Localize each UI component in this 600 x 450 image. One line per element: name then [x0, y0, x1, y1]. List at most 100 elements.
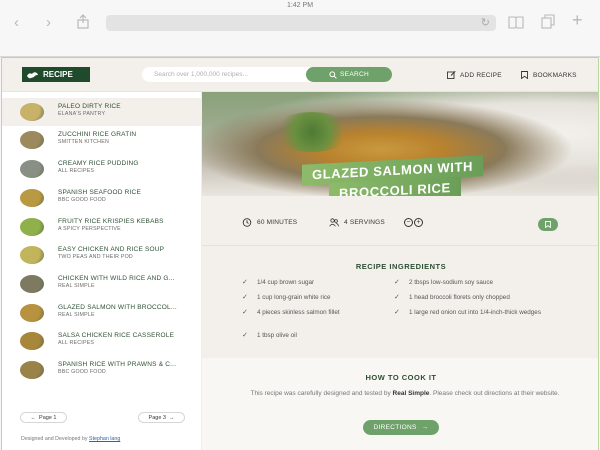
list-item[interactable]: PALEO DIRTY RICE ELANA'S PANTRY	[2, 98, 202, 126]
check-icon: ✓	[242, 294, 248, 301]
recipe-source: ELANA'S PANTRY	[58, 111, 106, 117]
list-item[interactable]: SALSA CHICKEN RICE CASSEROLE ALL RECIPES	[2, 327, 202, 355]
add-recipe-link[interactable]: ADD RECIPE	[447, 71, 502, 79]
browser-chrome: 1:42 PM ‹ › ↻ +	[0, 0, 600, 57]
bookmarks-link[interactable]: BOOKMARKS	[520, 71, 577, 79]
credit-prefix: Designed and Developed by	[21, 436, 88, 442]
chef-logo-icon	[27, 71, 38, 78]
how-to-heading: HOW TO COOK IT	[365, 373, 437, 382]
prev-page-button[interactable]: ← Page 1	[20, 412, 67, 423]
logo[interactable]: RECIPE	[22, 67, 90, 82]
recipe-title: SPANISH SEAFOOD RICE	[58, 189, 141, 196]
list-item[interactable]: CHICKEN WITH WILD RICE AND G... REAL SIMP…	[2, 270, 202, 298]
minutes-label: MINUTES	[266, 219, 298, 226]
reload-icon[interactable]: ↻	[481, 16, 490, 29]
list-item[interactable]: GLAZED SALMON WITH BROCCOL... REAL SIMPLE	[2, 299, 202, 327]
recipe-thumbnail	[20, 332, 44, 350]
list-item[interactable]: FRUITY RICE KRISPIES KEBABS A SPICY PERSP…	[2, 213, 202, 241]
search-input[interactable]	[154, 69, 304, 80]
recipe-list-sidebar: PALEO DIRTY RICE ELANA'S PANTRY ZUCCHINI …	[2, 92, 202, 450]
servings-value: 4	[344, 219, 348, 226]
recipe-title: PALEO DIRTY RICE	[58, 103, 121, 110]
recipe-source: BBC GOOD FOOD	[58, 197, 106, 203]
search-button-label: SEARCH	[340, 71, 369, 78]
ingredient-item: ✓ 1 tbsp olive oil	[242, 332, 407, 340]
ingredient-text: 1/4 cup brown sugar	[257, 279, 315, 286]
how-to-section: HOW TO COOK IT This recipe was carefully…	[202, 358, 598, 450]
list-item[interactable]: SPANISH RICE WITH PRAWNS & C... BBC GOOD …	[2, 356, 202, 384]
recipe-source: REAL SIMPLE	[58, 283, 95, 289]
how-to-source: Real Simple	[392, 390, 430, 397]
minus-icon[interactable]: −	[404, 218, 413, 227]
recipe-source: TWO PEAS AND THEIR POD	[58, 254, 133, 260]
reading-list-icon[interactable]	[508, 15, 524, 32]
ingredient-item: ✓ 1 head broccoli florets only chopped	[394, 294, 559, 302]
ingredient-item: ✓ 4 pieces skinless salmon fillet	[242, 309, 407, 317]
servings-stepper: − +	[404, 218, 423, 227]
recipe-title: CREAMY RICE PUDDING	[58, 160, 139, 167]
search-bar: SEARCH	[142, 67, 392, 82]
ingredient-text: 1 tbsp olive oil	[257, 332, 297, 339]
list-item[interactable]: CREAMY RICE PUDDING ALL RECIPES	[2, 155, 202, 183]
share-icon[interactable]	[76, 14, 90, 32]
recipe-thumbnail	[20, 361, 44, 379]
recipe-thumbnail	[20, 304, 44, 322]
ingredient-text: 1 cup long-grain white rice	[257, 294, 331, 301]
search-icon	[329, 70, 337, 79]
recipe-title: SPANISH RICE WITH PRAWNS & C...	[58, 361, 177, 368]
ingredient-text: 1 head broccoli florets only chopped	[409, 294, 510, 301]
servings: 4 SERVINGS	[329, 218, 385, 227]
recipe-title: ZUCCHINI RICE GRATIN	[58, 131, 137, 138]
recipe-source: A SPICY PERSPECTIVE	[58, 226, 121, 232]
next-page-button[interactable]: Page 3 →	[138, 412, 185, 423]
recipe-source: ALL RECIPES	[58, 168, 95, 174]
ingredient-text: 4 pieces skinless salmon fillet	[257, 309, 340, 316]
ingredient-item: ✓ 1 large red onion cut into 1/4-inch-thi…	[394, 309, 549, 317]
recipe-thumbnail	[20, 275, 44, 293]
recipe-title: EASY CHICKEN AND RICE SOUP	[58, 246, 165, 253]
recipe-source: ALL RECIPES	[58, 340, 95, 346]
add-recipe-label: ADD RECIPE	[460, 71, 502, 79]
recipe-thumbnail	[20, 189, 44, 207]
arrow-right-icon: →	[421, 424, 429, 431]
plus-icon[interactable]: +	[414, 218, 423, 227]
servings-label: SERVINGS	[349, 219, 385, 226]
bookmark-icon	[545, 221, 551, 228]
ingredient-item: ✓ 1/4 cup brown sugar	[242, 279, 407, 287]
credit-line: Designed and Developed by Stephan lang	[21, 436, 120, 442]
app-header: RECIPE SEARCH ADD RECIPE BOOKMARKS	[2, 58, 598, 92]
how-to-text-end: . Please check out directions at their w…	[429, 390, 560, 397]
search-button[interactable]: SEARCH	[306, 67, 392, 82]
forward-icon[interactable]: ›	[46, 15, 51, 30]
recipe-thumbnail	[20, 246, 44, 264]
recipe-app: RECIPE SEARCH ADD RECIPE BOOKMARKS PALEO…	[1, 57, 599, 450]
status-bar-time: 1:42 PM	[286, 2, 314, 9]
check-icon: ✓	[242, 309, 248, 316]
new-tab-icon[interactable]: +	[572, 11, 583, 29]
ingredients-section: RECIPE INGREDIENTS ✓ 1/4 cup brown sugar …	[202, 246, 598, 358]
clock-icon	[242, 218, 252, 227]
credit-link[interactable]: Stephan lang	[89, 436, 120, 442]
back-icon[interactable]: ‹	[14, 15, 19, 30]
directions-button[interactable]: DIRECTIONS →	[363, 420, 439, 435]
bookmark-recipe-button[interactable]	[538, 218, 558, 231]
list-item[interactable]: EASY CHICKEN AND RICE SOUP TWO PEAS AND T…	[2, 241, 202, 269]
cook-time: 60 MINUTES	[242, 218, 297, 227]
list-item[interactable]: ZUCCHINI RICE GRATIN SMITTEN KITCHEN	[2, 126, 202, 154]
check-icon: ✓	[242, 279, 248, 286]
recipe-hero-image: GLAZED SALMON WITH BROCCOLI RICE	[202, 92, 598, 196]
recipe-title: GLAZED SALMON WITH BROCCOL...	[58, 304, 177, 311]
how-to-text: This recipe was carefully designed and t…	[250, 389, 560, 399]
tabs-icon[interactable]	[541, 14, 555, 32]
people-icon	[329, 218, 339, 227]
minutes-value: 60	[257, 219, 265, 226]
recipe-title: SALSA CHICKEN RICE CASSEROLE	[58, 332, 175, 339]
recipe-source: BBC GOOD FOOD	[58, 369, 106, 375]
list-item[interactable]: SPANISH SEAFOOD RICE BBC GOOD FOOD	[2, 184, 202, 212]
recipe-thumbnail	[20, 160, 44, 178]
arrow-left-icon: ←	[30, 414, 37, 421]
hero-food-detail	[272, 112, 352, 152]
check-icon: ✓	[242, 332, 248, 339]
recipe-source: SMITTEN KITCHEN	[58, 139, 109, 145]
address-bar[interactable]: ↻	[106, 15, 496, 31]
